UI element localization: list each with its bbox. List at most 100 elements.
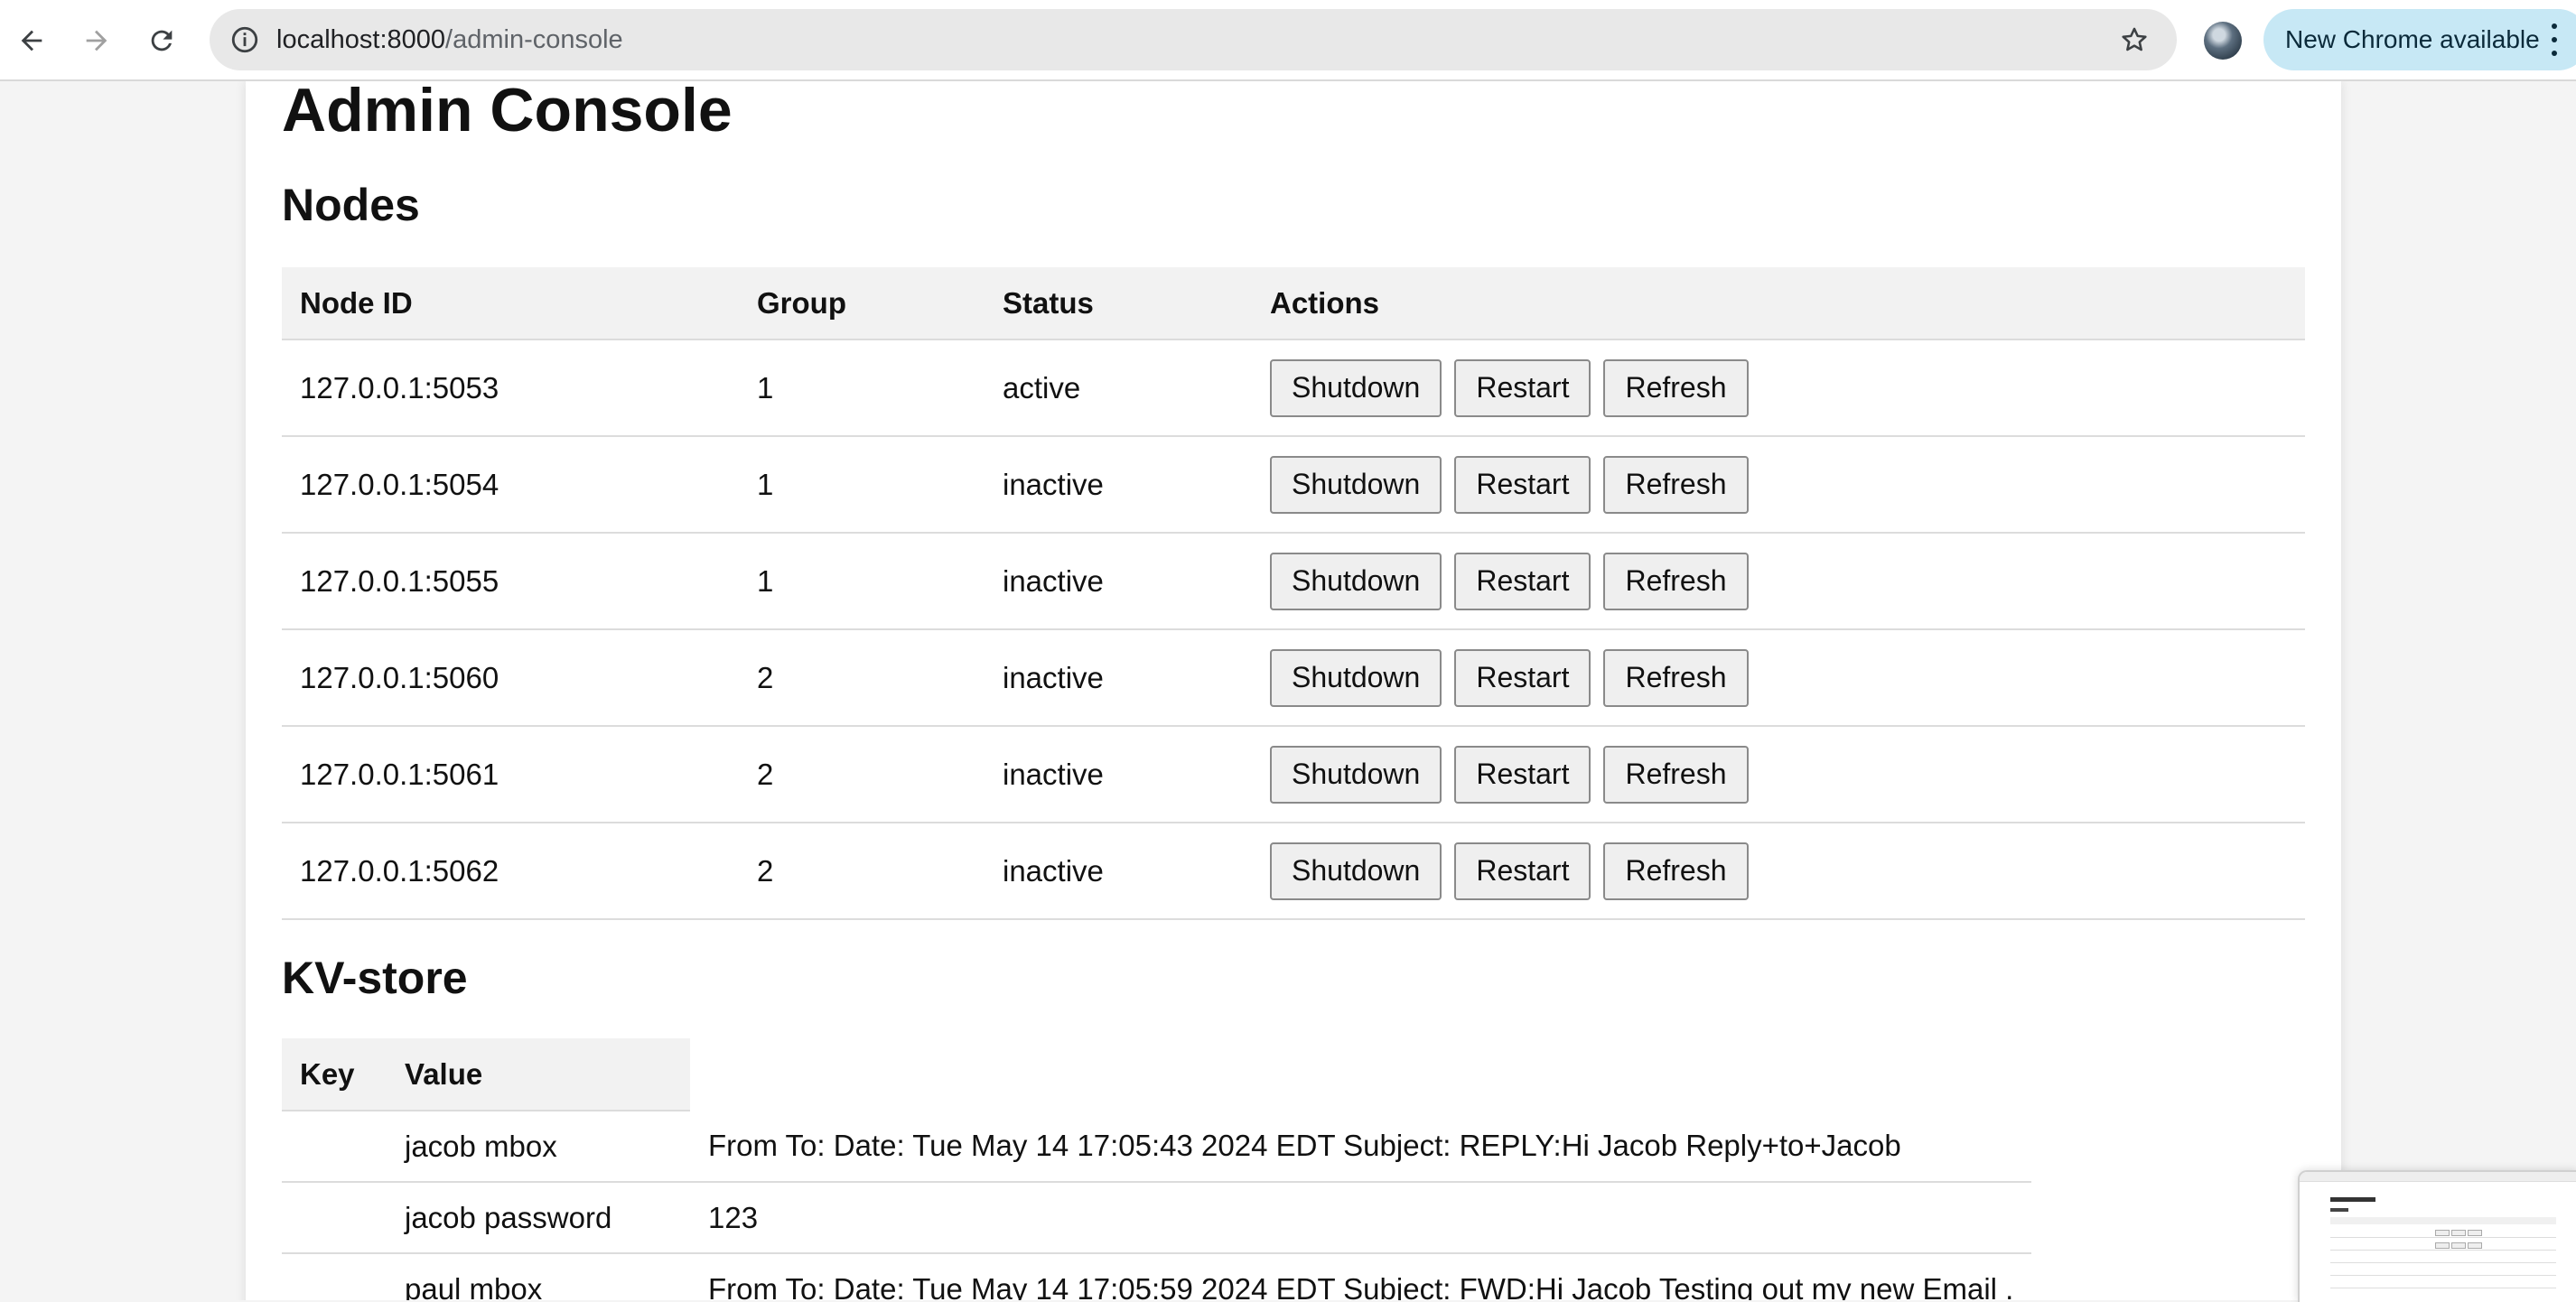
thumbnail-button — [2468, 1230, 2482, 1236]
restart-button[interactable]: Restart — [1454, 842, 1591, 900]
thumbnail-row-line — [2330, 1250, 2556, 1251]
shutdown-button[interactable]: Shutdown — [1270, 842, 1442, 900]
node-status: inactive — [985, 726, 1252, 823]
node-id: 127.0.0.1:5060 — [282, 629, 739, 727]
kv-key — [282, 1182, 387, 1254]
node-status: inactive — [985, 823, 1252, 920]
kv-key — [282, 1253, 387, 1300]
new-chrome-available-button[interactable]: New Chrome available — [2263, 9, 2576, 70]
node-actions: Shutdown Restart Refresh — [1252, 726, 2305, 823]
thumbnail-button — [2451, 1230, 2466, 1236]
url-path: /admin-console — [445, 25, 623, 54]
node-status: inactive — [985, 533, 1252, 630]
node-group: 2 — [739, 629, 985, 727]
arrow-right-icon — [86, 30, 107, 51]
node-status: inactive — [985, 629, 1252, 727]
refresh-button[interactable]: Refresh — [1603, 745, 1749, 804]
thumbnail-button — [2435, 1242, 2450, 1249]
node-actions: Shutdown Restart Refresh — [1252, 823, 2305, 920]
arrow-left-icon — [21, 30, 42, 51]
node-group: 1 — [739, 339, 985, 437]
back-button[interactable] — [7, 16, 56, 65]
kv-store-table: Key Value jacob mbox From To: Date: Tue … — [282, 1038, 2032, 1300]
info-icon[interactable] — [226, 21, 264, 59]
shutdown-button[interactable]: Shutdown — [1270, 648, 1442, 707]
column-header-group: Group — [739, 267, 985, 340]
restart-button[interactable]: Restart — [1454, 455, 1591, 514]
refresh-button[interactable]: Refresh — [1603, 648, 1749, 707]
nodes-table: Node ID Group Status Actions 127.0.0.1:5… — [282, 267, 2305, 920]
node-actions: Shutdown Restart Refresh — [1252, 339, 2305, 437]
star-icon[interactable] — [2115, 21, 2153, 59]
url-host: localhost:8000 — [276, 25, 446, 54]
nodes-header-row: Node ID Group Status Actions — [282, 267, 2305, 340]
node-group: 2 — [739, 823, 985, 920]
avatar[interactable] — [2204, 22, 2242, 60]
table-row: 127.0.0.1:5062 2 inactive Shutdown Restar… — [282, 823, 2305, 920]
column-header-actions: Actions — [1252, 267, 2305, 340]
node-group: 1 — [739, 533, 985, 630]
url-text[interactable]: localhost:8000/admin-console — [276, 9, 623, 70]
thumbnail-title-line — [2330, 1197, 2375, 1202]
thumbnail-row-line — [2330, 1275, 2556, 1276]
address-bar[interactable]: localhost:8000/admin-console — [210, 9, 2177, 70]
table-row: jacob mbox From To: Date: Tue May 14 17:… — [282, 1111, 2032, 1183]
thumbnail-row-line — [2330, 1237, 2556, 1238]
kv-value: From To: Date: Tue May 14 17:05:59 2024 … — [690, 1253, 2032, 1300]
kv-name: jacob password — [387, 1182, 690, 1254]
node-id: 127.0.0.1:5062 — [282, 823, 739, 920]
page-preview-thumbnail[interactable] — [2298, 1170, 2576, 1302]
table-row: jacob password 123 — [282, 1182, 2032, 1254]
column-header-node-id: Node ID — [282, 267, 739, 340]
update-label: New Chrome available — [2285, 25, 2540, 53]
restart-button[interactable]: Restart — [1454, 648, 1591, 707]
kv-store-heading: KV-store — [282, 953, 468, 1003]
kv-name: paul mbox — [387, 1253, 690, 1300]
refresh-button[interactable]: Refresh — [1603, 842, 1749, 900]
page-viewport: Admin Console Nodes Node ID Group Status… — [0, 81, 2576, 1300]
node-actions: Shutdown Restart Refresh — [1252, 629, 2305, 727]
reload-icon — [151, 30, 173, 51]
table-row: 127.0.0.1:5061 2 inactive Shutdown Restar… — [282, 726, 2305, 823]
shutdown-button[interactable]: Shutdown — [1270, 552, 1442, 610]
table-row: 127.0.0.1:5055 1 inactive Shutdown Restar… — [282, 533, 2305, 630]
page-title: Admin Console — [282, 81, 733, 144]
table-row: 127.0.0.1:5054 1 inactive Shutdown Restar… — [282, 436, 2305, 534]
restart-button[interactable]: Restart — [1454, 745, 1591, 804]
kebab-menu-icon[interactable] — [2551, 23, 2558, 56]
table-row: paul mbox From To: Date: Tue May 14 17:0… — [282, 1253, 2032, 1300]
kv-value: From To: Date: Tue May 14 17:05:43 2024 … — [690, 1111, 2032, 1183]
shutdown-button[interactable]: Shutdown — [1270, 455, 1442, 514]
table-row: 127.0.0.1:5060 2 inactive Shutdown Restar… — [282, 629, 2305, 727]
refresh-button[interactable]: Refresh — [1603, 552, 1749, 610]
kv-header-row: Key Value — [282, 1038, 2031, 1111]
node-group: 2 — [739, 726, 985, 823]
kv-name: jacob mbox — [387, 1111, 690, 1183]
node-group: 1 — [739, 436, 985, 534]
thumbnail-button — [2468, 1242, 2482, 1249]
restart-button[interactable]: Restart — [1454, 552, 1591, 610]
browser-toolbar: localhost:8000/admin-console New Chrome … — [0, 0, 2576, 81]
node-status: active — [985, 339, 1252, 437]
refresh-button[interactable]: Refresh — [1603, 358, 1749, 417]
node-actions: Shutdown Restart Refresh — [1252, 436, 2305, 534]
thumbnail-heading-line — [2330, 1208, 2348, 1212]
node-id: 127.0.0.1:5054 — [282, 436, 739, 534]
forward-button[interactable] — [72, 16, 121, 65]
shutdown-button[interactable]: Shutdown — [1270, 745, 1442, 804]
node-id: 127.0.0.1:5061 — [282, 726, 739, 823]
table-row: 127.0.0.1:5053 1 active Shutdown Restart R… — [282, 339, 2305, 437]
node-status: inactive — [985, 436, 1252, 534]
column-header-key: Key — [282, 1038, 387, 1111]
nodes-heading: Nodes — [282, 180, 420, 230]
kv-header-spacer — [690, 1038, 2031, 1111]
thumbnail-row-line — [2330, 1262, 2556, 1263]
restart-button[interactable]: Restart — [1454, 358, 1591, 417]
node-id: 127.0.0.1:5053 — [282, 339, 739, 437]
thumbnail-table-header — [2330, 1217, 2556, 1224]
thumbnail-button — [2451, 1242, 2466, 1249]
refresh-button[interactable]: Refresh — [1603, 455, 1749, 514]
reload-button[interactable] — [137, 16, 186, 65]
thumbnail-button — [2435, 1230, 2450, 1236]
shutdown-button[interactable]: Shutdown — [1270, 358, 1442, 417]
